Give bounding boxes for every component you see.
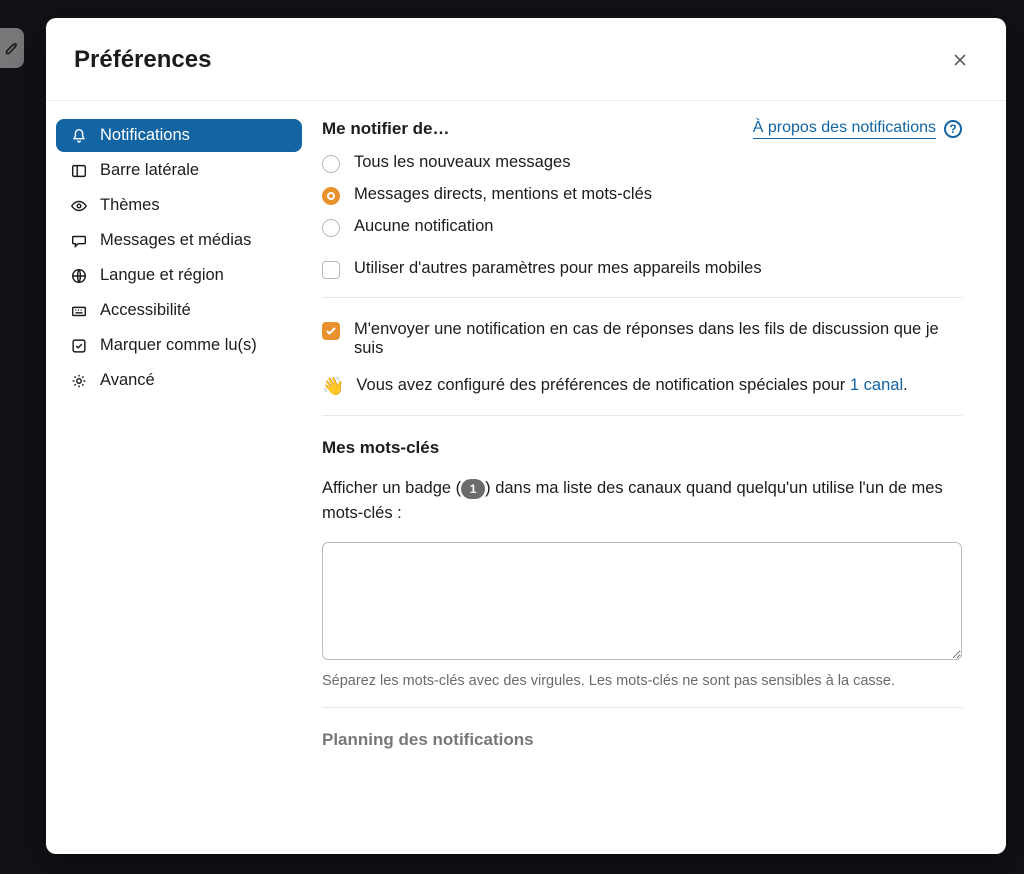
preferences-modal: Préférences Notifications Barre latérale [46,18,1006,854]
sidebar-item-mark-read[interactable]: Marquer comme lu(s) [56,329,302,362]
radio-nothing[interactable]: Aucune notification [322,217,962,237]
help-icon[interactable]: ? [944,120,962,138]
sidebar-item-sidebar[interactable]: Barre latérale [56,154,302,187]
note-text: Vous avez configuré des préférences de n… [356,376,849,394]
divider [322,297,962,298]
check-square-icon [70,337,88,355]
channel-count-link[interactable]: 1 canal [850,376,903,394]
sidebar-item-label: Thèmes [100,196,160,215]
badge-count: 1 [461,479,485,499]
preferences-sidebar: Notifications Barre latérale Thèmes Mess… [46,101,312,854]
close-icon [951,51,969,69]
checkbox-icon [322,322,340,340]
radio-icon [322,187,340,205]
wave-icon: 👋 [322,376,344,397]
keywords-description: Afficher un badge (1) dans ma liste des … [322,476,962,526]
sidebar-item-label: Notifications [100,126,190,145]
sidebar-item-notifications[interactable]: Notifications [56,119,302,152]
chat-icon [70,232,88,250]
divider [322,707,962,708]
note-suffix: . [903,376,908,394]
eye-icon [70,197,88,215]
radio-all-messages[interactable]: Tous les nouveaux messages [322,153,962,173]
bell-icon [70,127,88,145]
about-notifications-link[interactable]: À propos des notifications [753,119,936,139]
sidebar-icon [70,162,88,180]
sidebar-item-label: Marquer comme lu(s) [100,336,257,355]
keywords-input[interactable] [322,542,962,660]
checkbox-icon [322,261,340,279]
checkbox-mobile-settings[interactable]: Utiliser d'autres paramètres pour mes ap… [322,259,962,279]
divider [322,415,962,416]
keywords-hint: Séparez les mots-clés avec des virgules.… [322,673,962,689]
sidebar-item-label: Avancé [100,371,155,390]
close-button[interactable] [942,42,978,78]
gear-icon [70,372,88,390]
sidebar-item-accessibility[interactable]: Accessibilité [56,294,302,327]
checkbox-thread-replies[interactable]: M'envoyer une notification en cas de rép… [322,320,962,358]
keywords-section-title: Mes mots-clés [322,438,962,458]
special-preferences-note: 👋 Vous avez configuré des préférences de… [322,376,962,397]
sidebar-item-label: Messages et médias [100,231,251,250]
radio-icon [322,155,340,173]
radio-label: Aucune notification [354,217,493,236]
radio-dm-mentions[interactable]: Messages directs, mentions et mots-clés [322,185,962,205]
notify-section-title: Me notifier de… [322,119,450,139]
modal-body: Notifications Barre latérale Thèmes Mess… [46,101,1006,854]
sidebar-item-language-region[interactable]: Langue et région [56,259,302,292]
modal-header: Préférences [46,18,1006,101]
sidebar-item-label: Accessibilité [100,301,191,320]
sidebar-item-label: Barre latérale [100,161,199,180]
modal-title: Préférences [74,46,211,74]
schedule-section-title: Planning des notifications [322,730,962,750]
notify-radio-group: Tous les nouveaux messages Messages dire… [322,153,962,237]
globe-icon [70,267,88,285]
keyboard-icon [70,302,88,320]
sidebar-item-messages-media[interactable]: Messages et médias [56,224,302,257]
checkbox-label: Utiliser d'autres paramètres pour mes ap… [354,259,762,278]
radio-label: Messages directs, mentions et mots-clés [354,185,652,204]
preferences-content: Me notifier de… À propos des notificatio… [312,101,1006,854]
sidebar-item-label: Langue et région [100,266,224,285]
sidebar-item-themes[interactable]: Thèmes [56,189,302,222]
radio-icon [322,219,340,237]
radio-label: Tous les nouveaux messages [354,153,570,172]
checkbox-label: M'envoyer une notification en cas de rép… [354,320,962,358]
sidebar-item-advanced[interactable]: Avancé [56,364,302,397]
